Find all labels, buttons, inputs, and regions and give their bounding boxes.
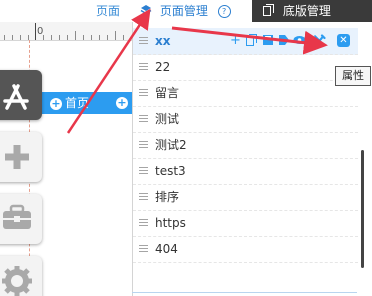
page-row[interactable]: test3 (133, 158, 358, 185)
canvas-tab-label[interactable]: 页面 (96, 2, 120, 19)
drag-handle-icon[interactable] (139, 37, 148, 44)
drag-handle-icon[interactable] (139, 245, 148, 252)
site-nav-bar[interactable]: + 首页 + (36, 92, 132, 114)
page-name: 测试 (155, 112, 180, 126)
tab-master-management[interactable]: 底版管理 (252, 0, 372, 22)
page-name: 测试2 (155, 138, 187, 152)
page-name: https (155, 216, 186, 230)
add-circle-icon[interactable]: + (116, 97, 128, 109)
tag-icon[interactable] (277, 34, 290, 47)
page-name: 留言 (155, 86, 180, 100)
eye-icon[interactable] (293, 34, 306, 47)
add-icon[interactable]: + (229, 34, 242, 47)
design-canvas: 页面 0 + 首页 + (0, 0, 132, 296)
page-name: xx (155, 34, 171, 48)
add-element-button[interactable] (0, 132, 42, 182)
drag-handle-icon[interactable] (139, 219, 148, 226)
settings-icon[interactable] (313, 34, 326, 47)
delete-icon[interactable]: ✕ (337, 34, 350, 47)
page-row[interactable]: 22 (133, 54, 358, 81)
row-actions: + ✕ (229, 28, 355, 54)
page-row[interactable]: 排序 (133, 184, 358, 211)
page-name: 22 (155, 60, 171, 74)
drag-handle-icon[interactable] (139, 167, 148, 174)
page-list-panel: xx + ✕ 22 留言 测试 测试2 test3 排序 https 404 (132, 22, 372, 296)
help-icon[interactable]: ? (217, 5, 231, 18)
drag-handle-icon[interactable] (139, 141, 148, 148)
nav-item-home[interactable]: + 首页 (50, 92, 89, 114)
page-name: test3 (155, 164, 186, 178)
page-row[interactable]: 404 (133, 236, 358, 263)
drag-handle-icon[interactable] (139, 115, 148, 122)
tab-page-management[interactable]: 页面管理 ? (132, 0, 252, 22)
page-name: 排序 (155, 190, 180, 204)
copy-page-icon[interactable] (245, 34, 258, 47)
drag-handle-icon[interactable] (139, 63, 148, 70)
app-store-icon (3, 84, 29, 110)
page-row[interactable]: 测试2 (133, 132, 358, 159)
copy-icon (263, 1, 274, 23)
save-icon[interactable] (261, 34, 274, 47)
page-row[interactable]: 测试 (133, 106, 358, 133)
layers-icon (140, 1, 152, 23)
settings-button[interactable] (0, 256, 42, 296)
drag-handle-icon[interactable] (139, 193, 148, 200)
add-icon (5, 145, 29, 169)
add-circle-icon[interactable]: + (50, 97, 62, 110)
page-row[interactable]: xx + ✕ (133, 28, 358, 55)
page-name: 404 (155, 242, 178, 256)
tooltip-properties: 属性 (335, 66, 371, 86)
toolbox-button[interactable] (0, 194, 42, 244)
page-row[interactable]: 留言 (133, 80, 358, 107)
app-store-button[interactable] (0, 70, 42, 120)
settings-gear-icon (2, 266, 32, 296)
panel-bottom-border (132, 292, 357, 293)
page-row[interactable]: https (133, 210, 358, 237)
drag-handle-icon[interactable] (139, 89, 148, 96)
horizontal-ruler: 0 (0, 22, 132, 41)
panel-tabs: 页面管理 ? 底版管理 (132, 0, 372, 22)
toolbox-icon (3, 204, 31, 229)
scrollbar-thumb[interactable] (361, 150, 364, 268)
